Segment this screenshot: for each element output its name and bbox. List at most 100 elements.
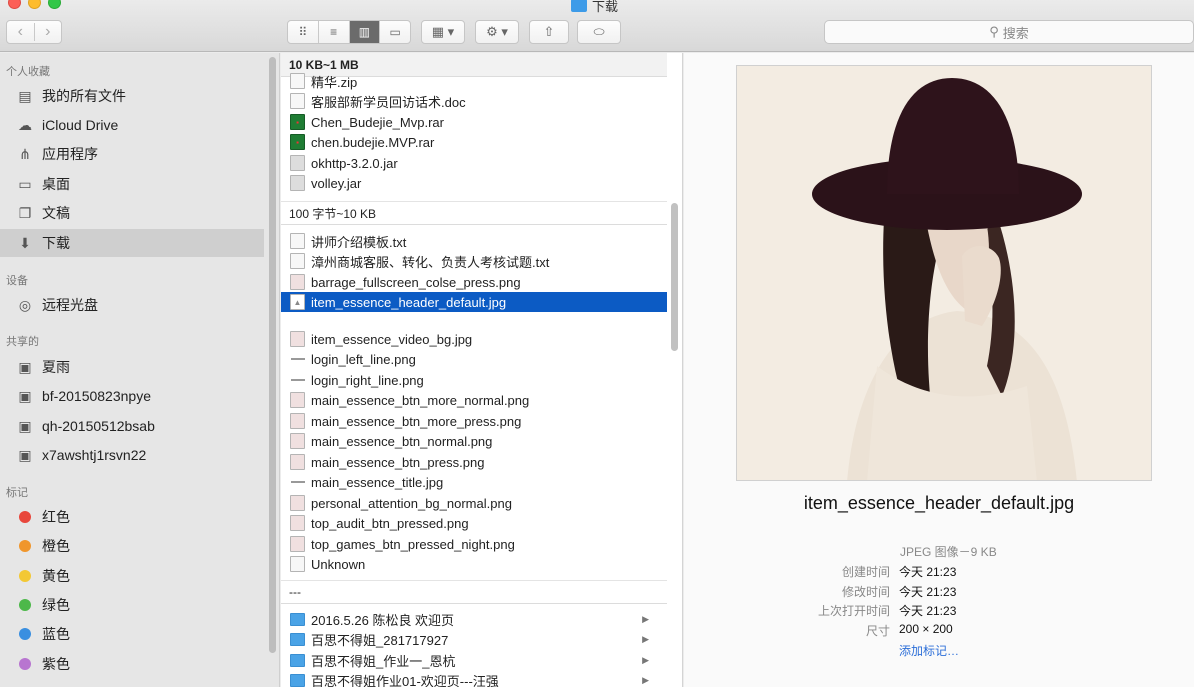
share-button[interactable]: ⇧ <box>529 20 569 44</box>
computer-icon: ▣ <box>18 446 32 463</box>
zoom-window-button[interactable] <box>48 0 61 9</box>
file-item[interactable]: main_essence_btn_normal.png <box>281 431 667 451</box>
image-file-icon <box>290 515 305 531</box>
sidebar-item-remote-disc[interactable]: ◎ 远程光盘 <box>0 291 264 319</box>
window-toolbar: 下载 ‹ › ⠿ ≡ ▥ ▭ ▦ ▾ ⚙ ▾ ⇧ ⬭ ⚲ 搜索 <box>0 0 1194 52</box>
file-item[interactable]: main_essence_btn_more_normal.png <box>281 390 667 410</box>
column-view-button[interactable]: ▥ <box>348 21 380 43</box>
file-item[interactable]: main_essence_btn_press.png <box>281 452 667 472</box>
folder-item[interactable]: 百思不得姐_作业一_恩杭 ▶ <box>281 650 667 670</box>
sidebar-section-tags: 标记 <box>6 487 28 499</box>
green-tag-dot <box>19 599 31 611</box>
file-item[interactable]: 精华.zip <box>281 71 667 91</box>
add-tags-link[interactable]: 添加标记… <box>899 642 959 659</box>
computer-icon: ▣ <box>18 358 32 375</box>
sidebar-item-shared-xiayu[interactable]: ▣ 夏雨 <box>0 353 264 381</box>
sidebar-tag-orange[interactable]: 橙色 <box>0 532 264 560</box>
folder-item[interactable]: 百思不得姐_281717927 ▶ <box>281 629 667 649</box>
file-item[interactable]: ▪ chen.budejie.MVP.rar <box>281 132 667 152</box>
purple-tag-dot <box>19 658 31 670</box>
file-column: 10 KB~1 MB 精华.zip 客服部新学员回访话术.doc ▪ Chen_B… <box>281 53 683 687</box>
rar-archive-icon: ▪ <box>290 114 305 130</box>
jar-file-icon <box>290 175 305 191</box>
file-item[interactable]: top_audit_btn_pressed.png <box>281 513 667 533</box>
desktop-icon: ▭ <box>18 175 32 192</box>
text-file-icon <box>290 233 305 249</box>
tag-button[interactable]: ⬭ <box>577 20 621 44</box>
folder-icon <box>290 653 305 667</box>
group-header-size-100b-10kb: 100 字节~10 KB <box>281 201 667 225</box>
folder-item[interactable]: 百思不得姐作业01-欢迎页---汪强 ▶ <box>281 670 667 687</box>
folder-icon <box>290 632 305 646</box>
navigation-buttons: ‹ › <box>6 20 62 44</box>
sidebar-item-downloads[interactable]: ⬇ 下载 <box>0 229 264 257</box>
sidebar-section-devices: 设备 <box>6 275 28 287</box>
forward-button[interactable]: › <box>33 23 62 41</box>
file-item[interactable]: login_right_line.png <box>281 370 667 390</box>
minimize-window-button[interactable] <box>28 0 41 9</box>
file-item[interactable]: item_essence_video_bg.jpg <box>281 329 667 349</box>
sidebar-tag-red[interactable]: 红色 <box>0 503 264 531</box>
sidebar-item-applications[interactable]: ⋔ 应用程序 <box>0 140 264 168</box>
meta-created-label: 创建时间 <box>841 565 890 579</box>
sidebar-tag-yellow[interactable]: 黄色 <box>0 562 264 590</box>
search-input[interactable]: ⚲ 搜索 <box>824 20 1194 44</box>
preview-file-name: item_essence_header_default.jpg <box>803 493 1075 513</box>
search-placeholder: 搜索 <box>1002 25 1029 41</box>
sidebar-tag-blue[interactable]: 蓝色 <box>0 620 264 648</box>
image-file-icon: ▲ <box>290 294 305 310</box>
folder-icon <box>290 612 305 626</box>
arrange-button[interactable]: ▦ ▾ <box>421 20 465 44</box>
file-item[interactable]: main_essence_btn_more_press.png <box>281 411 667 431</box>
sidebar-scrollbar[interactable] <box>269 57 276 653</box>
file-item[interactable]: Unknown <box>281 554 667 574</box>
photo-thumbnail <box>737 66 1151 480</box>
sidebar-tag-green[interactable]: 绿色 <box>0 591 264 619</box>
file-item[interactable]: 客服部新学员回访话术.doc <box>281 91 667 111</box>
meta-last-opened-label: 上次打开时间 <box>817 604 890 618</box>
sidebar-item-desktop[interactable]: ▭ 桌面 <box>0 170 264 198</box>
line-image-icon <box>290 474 305 490</box>
file-item[interactable]: okhttp-3.2.0.jar <box>281 153 667 173</box>
file-item[interactable]: volley.jar <box>281 173 667 193</box>
image-file-icon <box>290 274 305 290</box>
sidebar-item-all-files[interactable]: ▤ 我的所有文件 <box>0 82 264 110</box>
meta-dimensions-value: 200 × 200 <box>899 622 953 636</box>
file-item[interactable]: personal_attention_bg_normal.png <box>281 493 667 513</box>
file-item[interactable]: top_games_btn_pressed_night.png <box>281 534 667 554</box>
file-item[interactable]: main_essence_title.jpg <box>281 472 667 492</box>
image-preview <box>736 65 1152 481</box>
meta-last-opened-value: 今天 21:23 <box>899 604 957 618</box>
sidebar-item-icloud[interactable]: ☁ iCloud Drive <box>0 111 264 139</box>
sidebar-item-documents[interactable]: ❐ 文稿 <box>0 199 264 227</box>
cloud-icon: ☁ <box>18 116 32 133</box>
chevron-right-icon: ▶ <box>642 654 649 665</box>
back-button[interactable]: ‹ <box>7 23 34 41</box>
cover-flow-button[interactable]: ▭ <box>379 21 410 43</box>
sidebar-item-shared-qh[interactable]: ▣ qh-20150512bsab <box>0 412 264 440</box>
document-icon <box>290 73 305 89</box>
group-header-other: --- <box>281 580 667 604</box>
sidebar-item-shared-x7[interactable]: ▣ x7awshtj1rsvn22 <box>0 441 264 469</box>
list-view-button[interactable]: ≡ <box>317 21 349 43</box>
file-item[interactable]: 漳州商城客服、转化、负责人考核试题.txt <box>281 251 667 271</box>
icon-view-button[interactable]: ⠿ <box>288 21 318 43</box>
disc-icon: ◎ <box>18 296 32 313</box>
file-item[interactable]: login_left_line.png <box>281 349 667 369</box>
preview-file-kind: JPEG 图像－9 KB <box>900 545 997 559</box>
file-item[interactable]: 讲师介绍模板.txt <box>281 231 667 251</box>
chevron-right-icon: ▶ <box>642 674 649 685</box>
line-image-icon <box>290 372 305 388</box>
red-tag-dot <box>19 511 31 523</box>
computer-icon: ▣ <box>18 387 32 404</box>
folder-item[interactable]: 2016.5.26 陈松良 欢迎页 ▶ <box>281 609 667 629</box>
sidebar-item-shared-bf[interactable]: ▣ bf-20150823npye <box>0 382 264 410</box>
file-item-selected[interactable]: ▲ item_essence_header_default.jpg <box>281 292 667 312</box>
file-item[interactable]: ▪ Chen_Budejie_Mvp.rar <box>281 112 667 132</box>
close-window-button[interactable] <box>8 0 21 9</box>
column-scrollbar[interactable] <box>671 203 678 351</box>
documents-icon: ❐ <box>18 204 32 221</box>
sidebar-tag-purple[interactable]: 紫色 <box>0 650 264 678</box>
action-button[interactable]: ⚙ ▾ <box>475 20 519 44</box>
file-item[interactable]: barrage_fullscreen_colse_press.png <box>281 272 667 292</box>
